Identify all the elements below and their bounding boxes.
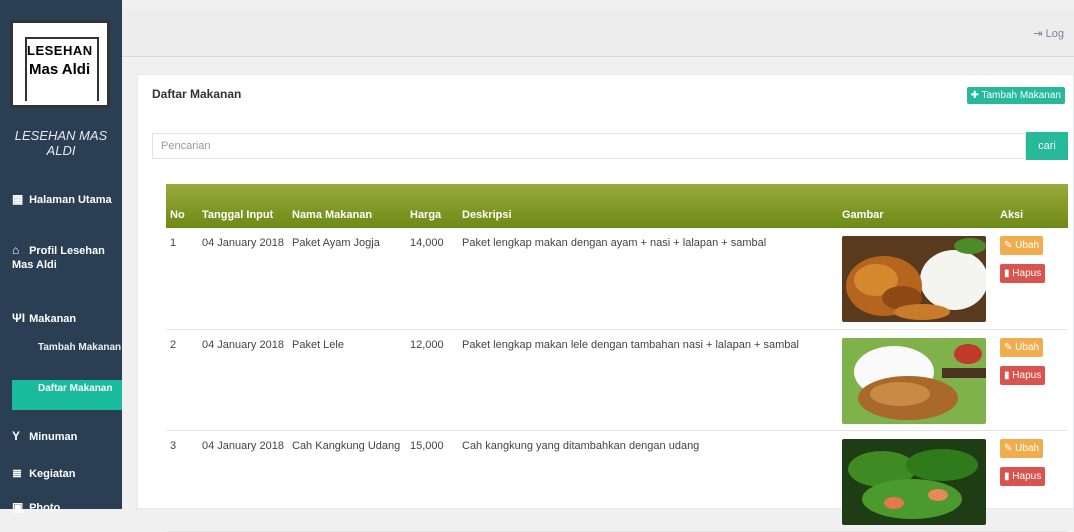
cell-image [838, 228, 996, 330]
cell-date: 04 January 2018 [198, 430, 288, 532]
sidebar-item-halaman-utama[interactable]: ▦ Halaman Utama [12, 192, 112, 207]
cell-date: 04 January 2018 [198, 228, 288, 330]
main-panel: Daftar Makanan ✚ Tambah Makanan Pencaria… [137, 74, 1074, 532]
cell-price: 15,000 [406, 430, 458, 532]
edit-button[interactable]: ✎ Ubah [1000, 337, 1044, 357]
trash-icon: ▮ [1004, 470, 1010, 482]
cell-name: Paket Lele [288, 329, 406, 431]
picture-icon: ▣ [12, 500, 24, 514]
add-food-button[interactable]: ✚ Tambah Makanan [966, 87, 1065, 104]
page-title: Daftar Makanan [152, 87, 242, 101]
cutlery-icon: ΨΙ [12, 311, 26, 325]
food-image-ayam [842, 236, 986, 322]
cell-date: 04 January 2018 [198, 329, 288, 431]
table-row: 2 04 January 2018 Paket Lele 12,000 Pake… [166, 329, 1068, 431]
search-input[interactable]: Pencarian [152, 133, 1026, 159]
topbar: ⇥ Log [122, 10, 1074, 57]
cell-action: ✎ Ubah ▮ Hapus [996, 228, 1068, 330]
cell-desc: Cah kangkung yang ditambahkan dengan uda… [458, 430, 838, 532]
cell-image [838, 430, 996, 532]
delete-button[interactable]: ▮ Hapus [1000, 264, 1046, 283]
logout-icon: ⇥ [1033, 28, 1043, 40]
grid-icon: ▦ [12, 192, 24, 206]
delete-button[interactable]: ▮ Hapus [1000, 365, 1046, 385]
cell-action: ✎ Ubah ▮ Hapus [996, 430, 1068, 532]
cell-image [838, 329, 996, 431]
sidebar-item-kegiatan[interactable]: ≣ Kegiatan [12, 466, 76, 481]
delete-button[interactable]: ▮ Hapus [1000, 466, 1046, 486]
col-desc: Deskripsi [458, 184, 838, 228]
edit-button[interactable]: ✎ Ubah [1000, 236, 1044, 255]
table-row: 3 04 January 2018 Cah Kangkung Udang 15,… [166, 430, 1068, 532]
submenu-tambah-makanan[interactable]: Tambah Makanan [12, 340, 122, 370]
cell-no: 1 [166, 228, 198, 330]
edit-icon: ✎ [1004, 341, 1013, 353]
edit-icon: ✎ [1004, 442, 1013, 454]
col-no: No [166, 184, 198, 228]
sidebar-item-profil[interactable]: ⌂ Profil Lesehan Mas Aldi [12, 243, 107, 272]
cell-no: 3 [166, 430, 198, 532]
logout-link[interactable]: ⇥ Log [1033, 27, 1064, 40]
edit-icon: ✎ [1004, 240, 1013, 251]
food-table: No Tanggal Input Nama Makanan Harga Desk… [166, 184, 1068, 532]
sidebar: LESEHAN Mas Aldi LESEHAN MAS ALDI ▦ Hala… [0, 0, 122, 514]
brand-name: LESEHAN MAS ALDI [14, 128, 108, 158]
table-row: 1 04 January 2018 Paket Ayam Jogja 14,00… [166, 228, 1068, 330]
list-icon: ≣ [12, 466, 23, 480]
edit-button[interactable]: ✎ Ubah [1000, 438, 1044, 458]
trash-icon: ▮ [1004, 369, 1010, 381]
home-icon: ⌂ [12, 243, 20, 257]
cell-action: ✎ Ubah ▮ Hapus [996, 329, 1068, 431]
logo: LESEHAN Mas Aldi [10, 20, 110, 108]
sidebar-item-minuman[interactable]: Y Minuman [12, 429, 77, 444]
trash-icon: ▮ [1004, 268, 1010, 279]
cell-desc: Paket lengkap makan lele dengan tambahan… [458, 329, 838, 431]
cell-desc: Paket lengkap makan dengan ayam + nasi +… [458, 228, 838, 330]
plus-icon: ✚ [970, 90, 979, 101]
logo-line2: Mas Aldi [29, 61, 91, 78]
food-image-kangkung [842, 438, 986, 525]
col-image: Gambar [838, 184, 996, 228]
food-image-lele [842, 337, 986, 424]
cell-no: 2 [166, 329, 198, 431]
col-price: Harga [406, 184, 458, 228]
cell-price: 14,000 [406, 228, 458, 330]
sidebar-item-makanan[interactable]: ΨΙ Makanan [12, 311, 76, 326]
cell-name: Cah Kangkung Udang [288, 430, 406, 532]
sidebar-item-photo[interactable]: ▣ Photo [12, 500, 60, 515]
logo-line1: LESEHAN [27, 43, 93, 58]
submenu-daftar-makanan[interactable]: Daftar Makanan [12, 380, 122, 410]
cell-name: Paket Ayam Jogja [288, 228, 406, 330]
cell-price: 12,000 [406, 329, 458, 431]
col-action: Aksi [996, 184, 1068, 228]
search-button[interactable]: cari [1026, 132, 1068, 160]
glass-icon: Y [12, 429, 21, 443]
col-date: Tanggal Input [198, 184, 288, 228]
col-name: Nama Makanan [288, 184, 406, 228]
